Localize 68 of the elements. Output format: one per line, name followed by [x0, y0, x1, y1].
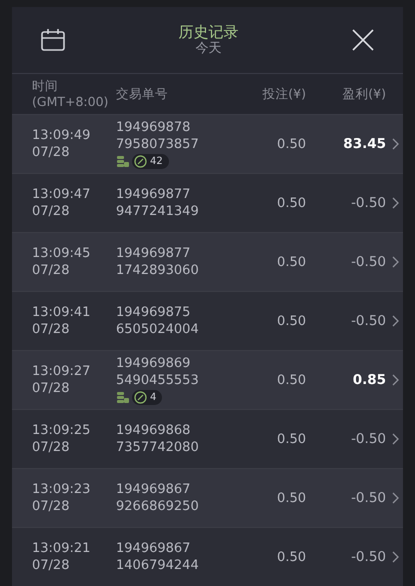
profit-amount: -0.50	[350, 254, 386, 270]
transaction-id: 194969867	[116, 481, 192, 498]
header-subtitle: 今天	[196, 41, 222, 57]
profit-amount: 83.45	[342, 136, 386, 152]
transaction-id: 194969869	[116, 355, 192, 372]
coins-icon	[116, 391, 129, 404]
profit-amount: -0.50	[350, 313, 386, 329]
transaction-id: 194969875	[116, 304, 192, 321]
chevron-right-icon[interactable]	[390, 315, 398, 327]
transaction-id: 5490455553	[116, 372, 200, 389]
chevron-right-icon[interactable]	[390, 374, 398, 386]
chevron-right-icon[interactable]	[390, 197, 398, 209]
date-text: 07/28	[32, 498, 70, 515]
chevron-right-icon[interactable]	[390, 138, 398, 150]
column-header: 时间 (GMT+8:00)	[32, 78, 110, 110]
chevron-right-icon[interactable]	[390, 492, 398, 504]
chevron-right-icon[interactable]	[390, 256, 398, 268]
date-text: 07/28	[32, 262, 70, 279]
transaction-id: 9266869250	[116, 498, 200, 515]
time-text: 13:09:25	[32, 422, 92, 439]
transaction-id: 1742893060	[116, 262, 200, 279]
date-text: 07/28	[32, 203, 70, 220]
stake-amount: 0.50	[276, 548, 306, 566]
date-text: 07/28	[32, 144, 70, 161]
column-header: 交易单号	[116, 86, 169, 102]
stake-amount: 0.50	[276, 430, 306, 448]
transaction-id: 9477241349	[116, 203, 200, 220]
column-header: 盈利(¥)	[341, 86, 386, 102]
transaction-id: 6505024004	[116, 321, 200, 338]
stake-amount: 0.50	[276, 254, 306, 270]
date-text: 07/28	[32, 557, 70, 574]
coins-icon	[116, 155, 129, 168]
transaction-id: 194969878	[116, 119, 192, 136]
close-icon[interactable]	[351, 28, 375, 52]
chevron-right-icon[interactable]	[390, 551, 398, 563]
transaction-id: 194969877	[116, 245, 192, 262]
spin-count-badge: 42	[132, 154, 169, 169]
date-text: 07/28	[32, 380, 70, 397]
transaction-id: 1406794244	[116, 557, 200, 574]
date-text: 07/28	[32, 321, 70, 338]
time-text: 13:09:27	[32, 363, 92, 380]
stake-amount: 0.50	[276, 136, 306, 152]
spin-count-badge: 4	[132, 390, 162, 405]
stake-amount: 0.50	[276, 372, 306, 388]
time-text: 13:09:23	[32, 481, 92, 498]
time-text: 13:09:41	[32, 304, 92, 321]
stake-amount: 0.50	[276, 312, 306, 330]
stake-amount: 0.50	[276, 490, 306, 506]
transaction-id: 194969868	[116, 422, 192, 439]
transaction-id: 7357742080	[116, 439, 200, 456]
transaction-id: 194969877	[116, 186, 192, 203]
column-header: 投注(¥)	[261, 86, 306, 102]
transaction-id: 7958073857	[116, 136, 200, 153]
header-title: 历史记录	[178, 23, 238, 41]
profit-amount: -0.50	[350, 431, 386, 447]
profit-amount: 0.85	[352, 372, 386, 388]
calendar-icon[interactable]	[40, 28, 66, 52]
time-text: 13:09:47	[32, 186, 92, 203]
date-text: 07/28	[32, 439, 70, 456]
stake-amount: 0.50	[276, 194, 306, 212]
time-text: 13:09:21	[32, 540, 92, 557]
time-text: 13:09:45	[32, 245, 92, 262]
chevron-right-icon[interactable]	[390, 433, 398, 445]
profit-amount: -0.50	[350, 549, 386, 565]
profit-amount: -0.50	[350, 195, 386, 211]
time-text: 13:09:49	[32, 127, 92, 144]
transaction-id: 194969867	[116, 540, 192, 557]
profit-amount: -0.50	[350, 490, 386, 506]
